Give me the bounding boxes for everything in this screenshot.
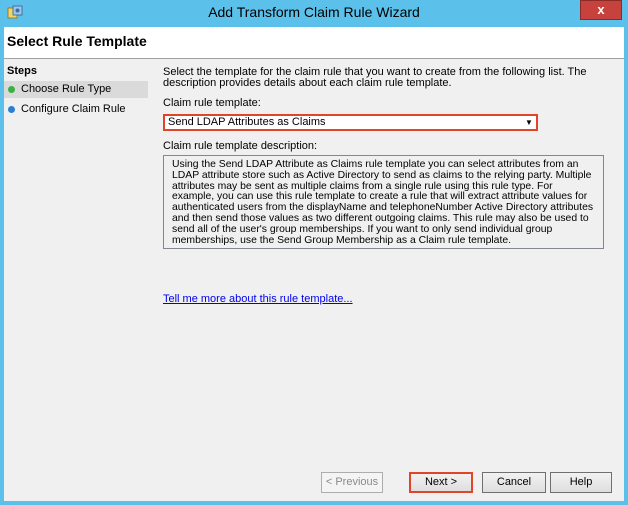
page-header: Select Rule Template — [4, 27, 624, 59]
step-label: Choose Rule Type — [21, 83, 112, 95]
steps-heading: Steps — [7, 65, 37, 77]
previous-button[interactable]: < Previous — [321, 472, 383, 493]
template-label: Claim rule template: — [163, 97, 261, 109]
content-panel: Select the template for the claim rule t… — [151, 59, 619, 469]
intro-text: Select the template for the claim rule t… — [163, 66, 587, 89]
title-bar[interactable]: Add Transform Claim Rule Wizard x — [0, 0, 628, 27]
page-title: Select Rule Template — [7, 33, 147, 49]
next-button[interactable]: Next > — [409, 472, 473, 493]
step-current-dot-icon — [8, 86, 15, 93]
steps-panel: Steps Choose Rule Type Configure Claim R… — [4, 59, 148, 501]
next-button-label: Next > — [424, 476, 458, 488]
rule-template-select[interactable]: Send LDAP Attributes as Claims ▼ — [163, 114, 538, 131]
step-configure-claim-rule[interactable]: Configure Claim Rule — [4, 101, 148, 118]
cancel-button[interactable]: Cancel — [482, 472, 546, 493]
wizard-window: Add Transform Claim Rule Wizard x Select… — [0, 0, 628, 505]
more-info-link[interactable]: Tell me more about this rule template... — [163, 293, 353, 305]
close-button[interactable]: x — [580, 0, 622, 20]
description-label: Claim rule template description: — [163, 140, 318, 152]
window-title: Add Transform Claim Rule Wizard — [208, 4, 420, 20]
help-button[interactable]: Help — [550, 472, 612, 493]
chevron-down-icon[interactable]: ▼ — [524, 116, 534, 129]
button-row: < Previous Next > Cancel Help — [151, 469, 619, 501]
step-pending-dot-icon — [8, 106, 15, 113]
step-choose-rule-type[interactable]: Choose Rule Type — [4, 81, 148, 98]
template-description: Using the Send LDAP Attribute as Claims … — [163, 155, 604, 249]
wizard-client-area: Select Rule Template Steps Choose Rule T… — [4, 27, 624, 501]
rule-template-value: Send LDAP Attributes as Claims — [168, 116, 326, 128]
step-label: Configure Claim Rule — [21, 103, 126, 115]
